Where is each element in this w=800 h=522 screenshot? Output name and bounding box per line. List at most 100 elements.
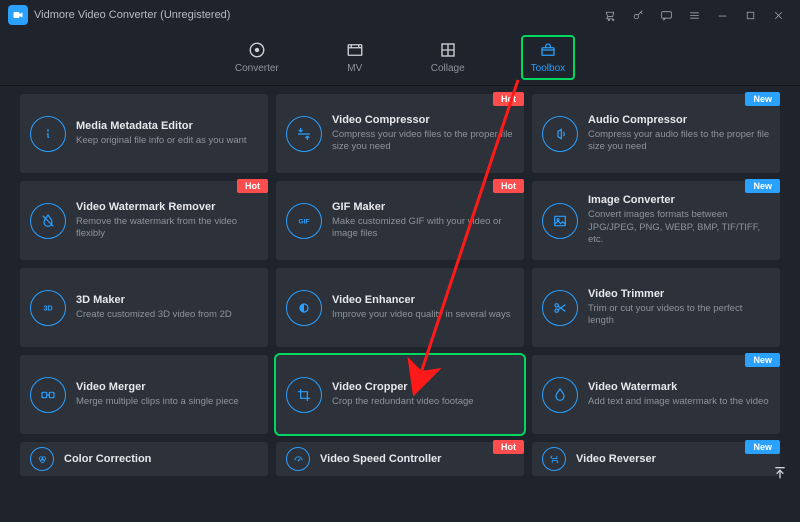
badge-new: New	[745, 179, 780, 193]
tool-title: Video Cropper	[332, 381, 474, 393]
tool-card-enhance[interactable]: Video EnhancerImprove your video quality…	[276, 268, 524, 347]
tool-card-text: Video Compressor Compress your video file…	[332, 114, 514, 154]
title-bar: Vidmore Video Converter (Unregistered)	[0, 0, 800, 30]
menu-icon[interactable]	[680, 1, 708, 29]
tool-desc: Remove the watermark from the video flex…	[76, 216, 258, 241]
tool-desc: Merge multiple clips into a single piece	[76, 396, 239, 408]
tool-desc: Make customized GIF with your video or i…	[332, 216, 514, 241]
tool-card-reverse[interactable]: Video Reverser New	[532, 442, 780, 476]
tool-title: Video Reverser	[576, 453, 656, 465]
tool-desc: Trim or cut your videos to the perfect l…	[588, 303, 770, 328]
app-title: Vidmore Video Converter (Unregistered)	[34, 9, 230, 21]
tool-desc: Add text and image watermark to the vide…	[588, 396, 769, 408]
compress-icon	[286, 116, 322, 152]
tool-title: Image Converter	[588, 194, 770, 206]
toolbox-grid: Media Metadata Editor Keep original file …	[20, 94, 780, 476]
tool-card-merge[interactable]: Video Merger Merge multiple clips into a …	[20, 355, 268, 434]
tool-card-color[interactable]: Color Correction	[20, 442, 268, 476]
tool-title: Video Watermark	[588, 381, 769, 393]
badge-hot: Hot	[493, 440, 524, 454]
tab-label: Collage	[431, 63, 465, 74]
enhance-icon	[286, 290, 322, 326]
tab-label: Converter	[235, 63, 279, 74]
tool-card-trim[interactable]: Video Trimmer Trim or cut your videos to …	[532, 268, 780, 347]
color-icon	[30, 447, 54, 471]
tool-card-gif[interactable]: GIF GIF Maker Make customized GIF with you…	[276, 181, 524, 260]
tool-title: Video Enhancer	[332, 294, 510, 306]
tool-card-text: Video Reverser	[576, 453, 656, 465]
badge-new: New	[745, 92, 780, 106]
badge-hot: Hot	[237, 179, 268, 193]
tool-card-text: Video Speed Controller	[320, 453, 441, 465]
tool-card-text: Audio Compressor Compress your audio file…	[588, 114, 770, 154]
tool-card-text: Color Correction	[64, 453, 151, 465]
merge-icon	[30, 377, 66, 413]
cart-icon[interactable]	[596, 1, 624, 29]
maximize-icon[interactable]	[736, 1, 764, 29]
tool-card-text: Video Merger Merge multiple clips into a …	[76, 381, 239, 408]
speed-icon	[286, 447, 310, 471]
tool-desc: Compress your video files to the proper …	[332, 129, 514, 154]
svg-text:3D: 3D	[43, 303, 52, 312]
tool-card-speed[interactable]: Video Speed Controller Hot	[276, 442, 524, 476]
reverse-icon	[542, 447, 566, 471]
svg-text:GIF: GIF	[298, 218, 309, 225]
trim-icon	[542, 290, 578, 326]
info-icon	[30, 116, 66, 152]
tool-card-text: Video EnhancerImprove your video quality…	[332, 294, 510, 321]
tool-card-text: GIF Maker Make customized GIF with your v…	[332, 201, 514, 241]
tool-title: Media Metadata Editor	[76, 120, 247, 132]
app-window: Vidmore Video Converter (Unregistered) C…	[0, 0, 800, 522]
tool-title: Video Speed Controller	[320, 453, 441, 465]
tool-card-text: Image Converter Convert images formats be…	[588, 194, 770, 246]
tool-card-text: 3D MakerCreate customized 3D video from …	[76, 294, 232, 321]
tool-desc: Convert images formats between JPG/JPEG,…	[588, 209, 770, 246]
tool-card-text: Video Watermark Remover Remove the waterm…	[76, 201, 258, 241]
toolbox-content: Media Metadata Editor Keep original file …	[0, 86, 800, 522]
3d-icon: 3D	[30, 290, 66, 326]
tool-card-3d[interactable]: 3D 3D MakerCreate customized 3D video fro…	[20, 268, 268, 347]
tab-collage[interactable]: Collage	[423, 37, 473, 78]
key-icon[interactable]	[624, 1, 652, 29]
tab-label: Toolbox	[531, 63, 565, 74]
crop-icon	[286, 377, 322, 413]
tool-title: Audio Compressor	[588, 114, 770, 126]
watermark-icon	[542, 377, 578, 413]
main-tabs: Converter MV Collage Toolbox	[0, 30, 800, 86]
badge-new: New	[745, 353, 780, 367]
minimize-icon[interactable]	[708, 1, 736, 29]
tool-card-audio[interactable]: Audio Compressor Compress your audio file…	[532, 94, 780, 173]
audio-icon	[542, 116, 578, 152]
tool-title: Video Compressor	[332, 114, 514, 126]
tool-desc: Keep original file info or edit as you w…	[76, 135, 247, 147]
tool-card-nowater[interactable]: Video Watermark Remover Remove the waterm…	[20, 181, 268, 260]
tab-mv[interactable]: MV	[337, 37, 373, 78]
tool-card-text: Media Metadata Editor Keep original file …	[76, 120, 247, 147]
tab-toolbox[interactable]: Toolbox	[523, 37, 573, 78]
tool-card-watermark[interactable]: Video Watermark Add text and image waterm…	[532, 355, 780, 434]
tool-card-text: Video Watermark Add text and image waterm…	[588, 381, 769, 408]
tool-card-crop[interactable]: Video Cropper Crop the redundant video fo…	[276, 355, 524, 434]
badge-new: New	[745, 440, 780, 454]
tool-title: Color Correction	[64, 453, 151, 465]
nowater-icon	[30, 203, 66, 239]
tool-desc: Compress your audio files to the proper …	[588, 129, 770, 154]
app-logo-icon	[8, 5, 28, 25]
tool-card-compress[interactable]: Video Compressor Compress your video file…	[276, 94, 524, 173]
close-icon[interactable]	[764, 1, 792, 29]
tool-title: 3D Maker	[76, 294, 232, 306]
tool-title: Video Watermark Remover	[76, 201, 258, 213]
tool-title: Video Merger	[76, 381, 239, 393]
tool-title: Video Trimmer	[588, 288, 770, 300]
tool-card-text: Video Trimmer Trim or cut your videos to …	[588, 288, 770, 328]
feedback-icon[interactable]	[652, 1, 680, 29]
tool-card-info[interactable]: Media Metadata Editor Keep original file …	[20, 94, 268, 173]
tool-title: GIF Maker	[332, 201, 514, 213]
badge-hot: Hot	[493, 92, 524, 106]
tool-desc: Crop the redundant video footage	[332, 396, 474, 408]
back-to-top-icon[interactable]	[772, 465, 788, 486]
tab-label: MV	[347, 63, 362, 74]
tool-card-text: Video Cropper Crop the redundant video fo…	[332, 381, 474, 408]
tab-converter[interactable]: Converter	[227, 37, 287, 78]
tool-card-image[interactable]: Image Converter Convert images formats be…	[532, 181, 780, 260]
